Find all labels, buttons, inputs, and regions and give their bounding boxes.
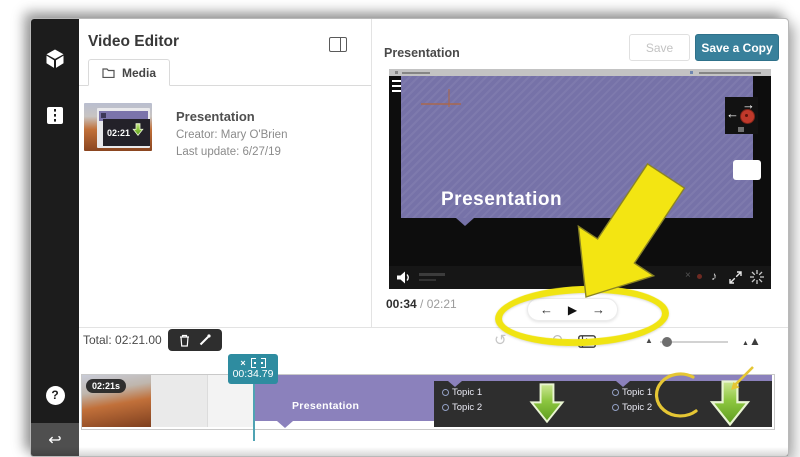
slide-green-arrow-icon xyxy=(706,380,754,431)
trash-icon[interactable] xyxy=(179,334,190,347)
bullet-icon xyxy=(442,389,449,396)
entry-title: Presentation xyxy=(384,46,460,60)
speaker-icon[interactable] xyxy=(397,271,411,284)
help-button[interactable]: ? xyxy=(31,383,79,407)
player-logo xyxy=(419,279,436,281)
set-out-icon[interactable] xyxy=(261,358,266,368)
media-title: Presentation xyxy=(176,109,255,124)
thumb-player-overlay: 02:21 xyxy=(103,119,150,146)
save-button[interactable]: Save xyxy=(629,34,690,61)
total-time: / 02:21 xyxy=(417,297,457,311)
bullet-icon xyxy=(442,404,449,411)
zoom-slider-handle[interactable] xyxy=(662,337,672,347)
play-button[interactable]: ▶ xyxy=(568,304,577,316)
clip-label: Presentation xyxy=(292,400,359,412)
playhead-tooltip[interactable]: × 00:34.79 xyxy=(228,354,278,384)
history-button[interactable]: ↺ xyxy=(494,331,507,349)
bullet-icon xyxy=(612,389,619,396)
crosshair-mark xyxy=(421,103,461,105)
redo-button[interactable]: ↷ xyxy=(523,331,536,349)
panel-title: Video Editor xyxy=(88,33,179,51)
section-divider xyxy=(79,327,788,328)
crosshair-mark xyxy=(448,89,450,107)
zoom-in-button[interactable]: ▲▲ xyxy=(742,332,761,350)
thumb-duration-badge: 02:21 xyxy=(107,128,130,138)
slide-title: Presentation xyxy=(441,189,562,211)
folder-icon xyxy=(102,67,115,78)
zoom-in-icon: ▲ xyxy=(742,340,749,347)
topic-label: Topic 2 xyxy=(452,402,482,413)
help-glyph: ? xyxy=(51,388,58,402)
recorder-widget: → ← xyxy=(725,97,758,134)
video-player[interactable]: Presentation → ← × ♪ xyxy=(389,69,771,289)
topic-label: Topic 2 xyxy=(622,402,652,413)
timeline-filmstrip[interactable]: Topic 1 Topic 2 Topic 1 Topic 2 xyxy=(434,375,772,427)
tab-media[interactable]: Media xyxy=(88,59,170,86)
app-window: ? ↩ Video Editor Media 02:21 xyxy=(30,18,789,457)
record-dot-icon xyxy=(740,109,755,124)
playback-controls: ← ▶ → xyxy=(527,298,618,321)
delete-marker-icon[interactable]: × xyxy=(240,359,245,368)
dim-close-icon: × xyxy=(685,270,691,281)
save-a-copy-label: Save a Copy xyxy=(701,41,772,55)
save-button-label: Save xyxy=(646,41,673,55)
preview-filmstrip-button[interactable] xyxy=(578,335,596,348)
player-control-bar[interactable]: × ♪ xyxy=(389,266,771,289)
filmstrip-frame-topics: Topic 1 Topic 2 xyxy=(612,387,652,413)
bullet-icon xyxy=(612,404,619,411)
media-creator: Creator: Mary O'Brien xyxy=(176,129,287,141)
undo-button[interactable]: ↶ xyxy=(550,331,563,349)
tab-media-label: Media xyxy=(122,66,156,80)
media-panel: Video Editor Media 02:21 xyxy=(79,19,372,327)
slide-green-arrow-icon xyxy=(526,383,568,428)
sidebar-item-editor[interactable] xyxy=(31,103,79,127)
media-thumbnail: 02:21 xyxy=(84,103,152,151)
spinner-icon xyxy=(750,270,764,284)
time-display: 00:34 / 02:21 xyxy=(386,297,457,311)
thumb-green-arrow-icon xyxy=(132,123,144,141)
timeline-total-duration: Total: 02:21.00 xyxy=(83,333,162,347)
player-logo xyxy=(419,273,445,276)
sidebar: ? ↩ xyxy=(31,19,79,456)
back-button[interactable]: ↩ xyxy=(31,423,79,456)
timeline-clip-presentation[interactable]: Presentation xyxy=(255,375,434,421)
next-frame-button[interactable]: → xyxy=(592,303,605,316)
cube-icon xyxy=(45,49,65,70)
recorder-mini-icon xyxy=(738,127,744,132)
pen-icon[interactable] xyxy=(199,334,211,346)
clip-notch xyxy=(277,421,293,428)
playhead[interactable] xyxy=(253,383,255,441)
slide-notch xyxy=(456,218,474,226)
tab-bar: Media xyxy=(79,60,371,86)
fullscreen-icon[interactable] xyxy=(729,271,742,284)
back-icon: ↩ xyxy=(48,430,61,450)
arrow-left-icon: ← xyxy=(726,106,739,121)
slide-white-card xyxy=(733,160,761,180)
filmstrip-icon xyxy=(46,106,64,125)
topic-label: Topic 1 xyxy=(622,387,652,398)
zoom-out-button[interactable]: ▲ xyxy=(645,336,653,345)
filmstrip-frame-topics: Topic 1 Topic 2 xyxy=(442,387,482,413)
sidebar-item-modules[interactable] xyxy=(31,47,79,71)
save-a-copy-button[interactable]: Save a Copy xyxy=(695,34,779,61)
recorded-menubar xyxy=(389,69,771,76)
timeline-clip-thumbnail[interactable]: 02:21s xyxy=(82,375,151,427)
music-note-icon[interactable]: ♪ xyxy=(711,269,717,283)
current-time: 00:34 xyxy=(386,297,417,311)
recorded-slide: Presentation → ← xyxy=(401,76,753,218)
dim-record-icon xyxy=(697,274,702,279)
media-last-update: Last update: 6/27/19 xyxy=(176,146,281,158)
set-in-icon[interactable] xyxy=(251,358,256,368)
clip-edit-toolbar xyxy=(168,329,222,351)
clip-duration-badge: 02:21s xyxy=(86,379,126,393)
media-list-item[interactable]: 02:21 Presentation Creator: Mary O'Brien… xyxy=(79,103,371,173)
previous-frame-button[interactable]: ← xyxy=(540,303,553,316)
zoom-in-icon: ▲ xyxy=(749,334,761,348)
collapse-panel-icon[interactable] xyxy=(329,37,347,52)
timeline-track[interactable]: 02:21s Presentation Topic 1 Topic 2 Topi… xyxy=(81,374,775,430)
playhead-time: 00:34.79 xyxy=(233,369,274,380)
topic-label: Topic 1 xyxy=(452,387,482,398)
help-icon: ? xyxy=(46,386,65,405)
